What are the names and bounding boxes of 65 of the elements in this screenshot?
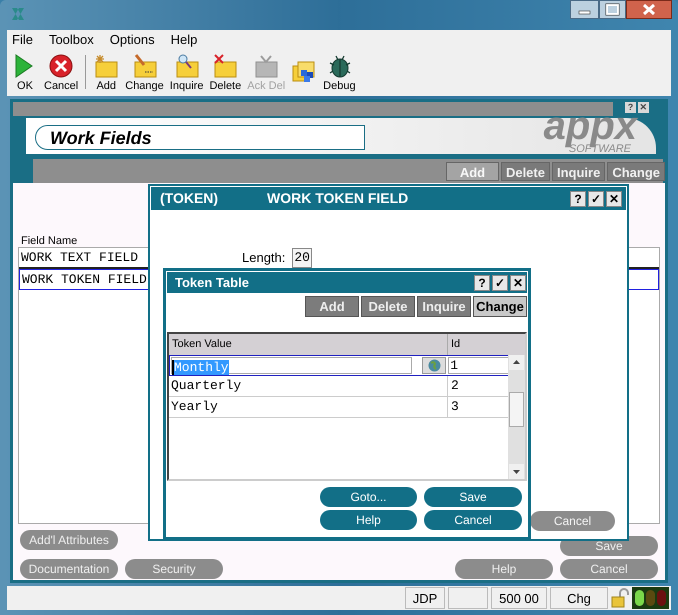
close-button[interactable]: [626, 0, 672, 19]
table-cell-text: 3: [450, 398, 460, 416]
folder-star-icon: [93, 53, 120, 79]
action-button[interactable]: Delete: [500, 162, 550, 181]
dialog-button[interactable]: Save: [424, 487, 522, 507]
scrollbar[interactable]: [508, 355, 525, 479]
action-button[interactable]: Add: [305, 296, 359, 317]
toolbar-button[interactable]: OK: [11, 53, 39, 93]
status-field: JDP: [405, 587, 445, 609]
toolbar-button[interactable]: Change: [124, 53, 165, 93]
traffic-light-indicator: [632, 587, 669, 609]
dialog-button[interactable]: Cancel: [424, 510, 522, 530]
menu-item[interactable]: Toolbox: [48, 30, 94, 50]
stop-icon: [48, 53, 74, 79]
column-header: Token Value: [169, 334, 448, 355]
toolbar-button[interactable]: Delete: [208, 53, 242, 93]
title-bar-button[interactable]: ✕: [510, 274, 526, 290]
padlock-icon: [611, 588, 629, 608]
toolbar-button[interactable]: Add: [92, 53, 120, 93]
menu-item[interactable]: Help: [170, 30, 198, 50]
action-button[interactable]: Change: [473, 296, 527, 317]
status-field: Chg: [550, 587, 608, 609]
action-button[interactable]: Inquire: [417, 296, 471, 317]
title-bar-button[interactable]: ?: [474, 274, 490, 290]
dialog-title: WORK TOKEN FIELD: [267, 189, 410, 208]
globe-icon[interactable]: [428, 359, 441, 372]
column-header: Field Name: [21, 234, 78, 247]
title-bar-button[interactable]: ✕: [638, 102, 649, 113]
app-logo-icon: [10, 6, 26, 22]
menu-item[interactable]: Options: [110, 30, 155, 50]
folder-magnifier-icon: [174, 53, 200, 79]
scroll-up-button[interactable]: [509, 355, 524, 370]
minimize-button[interactable]: [570, 0, 599, 19]
toolbar-button[interactable]: Debug: [322, 53, 357, 93]
title-bar-button[interactable]: ✓: [588, 190, 604, 206]
action-button[interactable]: Delete: [361, 296, 415, 317]
scroll-thumb[interactable]: [509, 392, 524, 427]
toolbar-button[interactable]: Inquire: [168, 53, 204, 93]
selected-text: Monthly: [172, 360, 229, 375]
status-field: 500 00: [491, 587, 547, 609]
dialog-code: (TOKEN): [160, 189, 220, 208]
maximize-button[interactable]: [599, 0, 626, 19]
title-bar-button[interactable]: ?: [625, 102, 636, 113]
title-bar-button[interactable]: ✕: [606, 190, 622, 206]
dialog-button[interactable]: Goto...: [320, 487, 417, 507]
table-cell: Yearly: [169, 397, 448, 417]
table-cell-text: 2: [450, 377, 460, 395]
dialog-title: Token Table: [175, 274, 250, 292]
field-label: Length:: [242, 249, 286, 268]
monitor-icon: [253, 53, 280, 79]
length-field[interactable]: 20: [292, 248, 312, 268]
scroll-down-button[interactable]: [509, 464, 524, 479]
screen-title: Work Fields: [35, 125, 365, 150]
status-field: [448, 587, 488, 609]
toolbar-button[interactable]: Cancel: [43, 53, 80, 93]
column-header: Id: [450, 337, 462, 352]
title-bar-button[interactable]: ?: [570, 190, 586, 206]
action-button[interactable]: Change: [607, 162, 665, 181]
dialog-button[interactable]: Help: [320, 510, 417, 530]
menu-item[interactable]: File: [12, 30, 33, 50]
folder-cross-icon: [212, 53, 238, 79]
table-cell: Quarterly: [169, 376, 448, 396]
action-button[interactable]: Inquire: [552, 162, 606, 181]
title-bar-button[interactable]: ✓: [492, 274, 508, 290]
folder-pencil-icon: [132, 53, 158, 79]
